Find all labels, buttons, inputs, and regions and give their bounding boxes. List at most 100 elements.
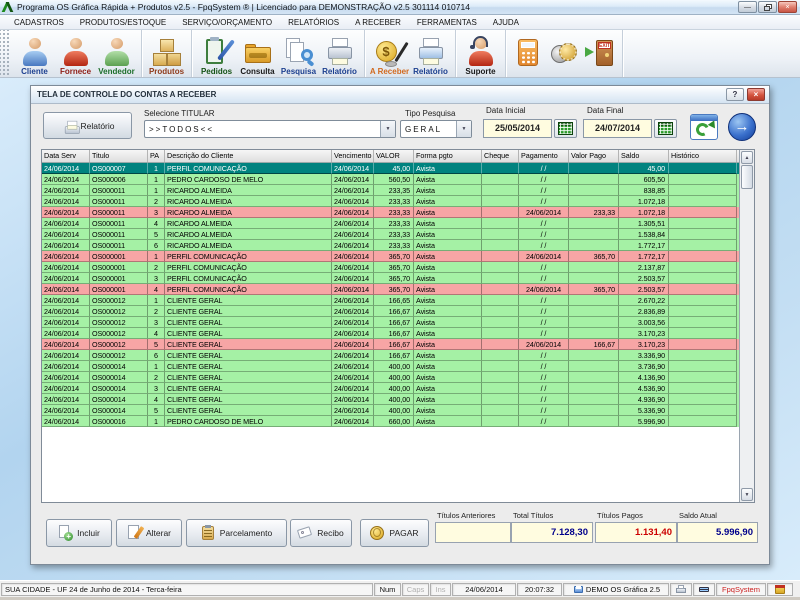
go-button[interactable]: → <box>728 113 756 141</box>
cell-vencimento: 24/06/2014 <box>332 174 374 185</box>
receivables-table: Data ServTituloPADescrição do ClienteVen… <box>41 149 755 503</box>
titular-select[interactable]: >>TODOS<< ▼ <box>144 120 396 138</box>
recibo-button[interactable]: Recibo <box>290 519 352 547</box>
scroll-down-icon[interactable]: ▼ <box>741 488 753 501</box>
toolbar-exit-door[interactable]: EXIT <box>582 31 618 77</box>
parcelamento-button[interactable]: Parcelamento <box>186 519 287 547</box>
table-row[interactable]: 24/06/2014OS0000116RICARDO ALMEIDA24/06/… <box>42 240 739 251</box>
table-row[interactable]: 24/06/2014OS0000121CLIENTE GERAL24/06/20… <box>42 295 739 306</box>
exit-door-icon: EXIT <box>585 38 615 68</box>
table-row[interactable]: 24/06/2014OS0000112RICARDO ALMEIDA24/06/… <box>42 196 739 207</box>
cell-cheque <box>482 163 519 174</box>
refresh-button[interactable] <box>690 114 718 141</box>
cell-valor: 400,00 <box>374 361 414 372</box>
cell-cheque <box>482 416 519 427</box>
data-final-field[interactable]: 24/07/2014 <box>583 119 652 138</box>
toolbar-vendedor[interactable]: Vendedor <box>96 31 137 77</box>
cell-historico <box>669 284 737 295</box>
edit-icon <box>127 525 142 541</box>
child-close-button[interactable]: × <box>747 88 765 101</box>
cell-descricao-do-cliente: CLIENTE GERAL <box>165 350 332 361</box>
data-inicial-calendar-button[interactable] <box>554 119 577 138</box>
cell-valor: 166,67 <box>374 317 414 328</box>
table-row[interactable]: 24/06/2014OS0000143CLIENTE GERAL24/06/20… <box>42 383 739 394</box>
menu-item-cadastros[interactable]: CADASTROS <box>6 18 72 27</box>
table-row[interactable]: 24/06/2014OS0000014PERFIL COMUNICAÇÃO24/… <box>42 284 739 295</box>
data-final-calendar-button[interactable] <box>654 119 677 138</box>
toolbar-a-receber[interactable]: $A Receber <box>369 31 410 77</box>
cell-descricao-do-cliente: PEDRO CARDOSO DE MELO <box>165 416 332 427</box>
menu-item-produtos-estoque[interactable]: PRODUTOS/ESTOQUE <box>72 18 174 27</box>
table-row[interactable]: 24/06/2014OS0000071PERFIL COMUNICAÇÃO24/… <box>42 163 739 174</box>
minimize-button[interactable]: — <box>738 1 757 13</box>
table-row[interactable]: 24/06/2014OS0000114RICARDO ALMEIDA24/06/… <box>42 218 739 229</box>
cell-vencimento: 24/06/2014 <box>332 416 374 427</box>
toolbar-suporte[interactable]: Suporte <box>460 31 501 77</box>
cell-historico <box>669 383 737 394</box>
toolbar-coins[interactable] <box>546 31 582 77</box>
menu-item-servico-orcamento[interactable]: SERVIÇO/ORÇAMENTO <box>174 18 280 27</box>
toolbar-cliente[interactable]: Cliente <box>14 31 55 77</box>
table-row[interactable]: 24/06/2014OS0000145CLIENTE GERAL24/06/20… <box>42 405 739 416</box>
tipo-pesquisa-select[interactable]: GERAL ▼ <box>400 120 472 138</box>
cell-pa: 1 <box>148 174 165 185</box>
menu-item-a-receber[interactable]: A RECEBER <box>347 18 409 27</box>
toolbar-relatorio[interactable]: Relatório <box>319 31 360 77</box>
scrollbar-thumb[interactable] <box>741 165 753 189</box>
table-row[interactable]: 24/06/2014OS0000126CLIENTE GERAL24/06/20… <box>42 350 739 361</box>
menu-item-relatorios[interactable]: RELATÓRIOS <box>280 18 347 27</box>
toolbar-fornece[interactable]: Fornece <box>55 31 96 77</box>
column-header-descricao-do-cliente: Descrição do Cliente <box>165 150 332 162</box>
cell-saldo: 5.336,90 <box>619 405 669 416</box>
table-row[interactable]: 24/06/2014OS0000161PEDRO CARDOSO DE MELO… <box>42 416 739 427</box>
toolbar-pesquisa[interactable]: Pesquisa <box>278 31 319 77</box>
cell-valor-pago: 166,67 <box>569 339 619 350</box>
cell-saldo: 2.503,57 <box>619 284 669 295</box>
close-button[interactable]: × <box>778 1 797 13</box>
table-row[interactable]: 24/06/2014OS0000144CLIENTE GERAL24/06/20… <box>42 394 739 405</box>
alterar-button[interactable]: Alterar <box>116 519 182 547</box>
toolbar-relatorio[interactable]: Relatório <box>410 31 451 77</box>
scroll-up-icon[interactable]: ▲ <box>741 151 753 164</box>
table-row[interactable]: 24/06/2014OS0000012PERFIL COMUNICAÇÃO24/… <box>42 262 739 273</box>
table-row[interactable]: 24/06/2014OS0000125CLIENTE GERAL24/06/20… <box>42 339 739 350</box>
incluir-button[interactable]: +Incluir <box>46 519 112 547</box>
restore-button[interactable] <box>758 1 777 13</box>
menu-item-ferramentas[interactable]: FERRAMENTAS <box>409 18 485 27</box>
cell-titulo: OS000011 <box>90 196 148 207</box>
table-row[interactable]: 24/06/2014OS0000123CLIENTE GERAL24/06/20… <box>42 317 739 328</box>
table-row[interactable]: 24/06/2014OS0000011PERFIL COMUNICAÇÃO24/… <box>42 251 739 262</box>
cell-data-serv: 24/06/2014 <box>42 350 90 361</box>
status-text: FpqSystem <box>722 585 760 594</box>
toolbar-produtos[interactable]: Produtos <box>146 31 187 77</box>
cell-cheque <box>482 273 519 284</box>
cell-titulo: OS000011 <box>90 240 148 251</box>
toolbar-consulta[interactable]: Consulta <box>237 31 278 77</box>
cell-forma-pgto: Avista <box>414 405 482 416</box>
cell-data-serv: 24/06/2014 <box>42 207 90 218</box>
table-row[interactable]: 24/06/2014OS0000124CLIENTE GERAL24/06/20… <box>42 328 739 339</box>
cell-saldo: 4.536,90 <box>619 383 669 394</box>
cell-pa: 4 <box>148 328 165 339</box>
toolbar-pedidos[interactable]: Pedidos <box>196 31 237 77</box>
report-button[interactable]: Relatório <box>43 112 132 139</box>
cell-valor: 365,70 <box>374 284 414 295</box>
table-row[interactable]: 24/06/2014OS0000141CLIENTE GERAL24/06/20… <box>42 361 739 372</box>
data-inicial-field[interactable]: 25/05/2014 <box>483 119 552 138</box>
cell-forma-pgto: Avista <box>414 416 482 427</box>
toolbar-calculator[interactable] <box>510 31 546 77</box>
table-row[interactable]: 24/06/2014OS0000122CLIENTE GERAL24/06/20… <box>42 306 739 317</box>
table-row[interactable]: 24/06/2014OS0000111RICARDO ALMEIDA24/06/… <box>42 185 739 196</box>
button-label: Parcelamento <box>220 528 272 538</box>
table-row[interactable]: 24/06/2014OS0000013PERFIL COMUNICAÇÃO24/… <box>42 273 739 284</box>
table-row[interactable]: 24/06/2014OS0000113RICARDO ALMEIDA24/06/… <box>42 207 739 218</box>
table-row[interactable]: 24/06/2014OS0000115RICARDO ALMEIDA24/06/… <box>42 229 739 240</box>
vertical-scrollbar[interactable]: ▲ ▼ <box>739 150 754 502</box>
help-button[interactable]: ? <box>726 88 744 101</box>
menu-item-ajuda[interactable]: AJUDA <box>485 18 527 27</box>
clip-icon <box>201 525 216 541</box>
table-row[interactable]: 24/06/2014OS0000142CLIENTE GERAL24/06/20… <box>42 372 739 383</box>
cell-forma-pgto: Avista <box>414 339 482 350</box>
table-row[interactable]: 24/06/2014OS0000061PEDRO CARDOSO DE MELO… <box>42 174 739 185</box>
pagar-button[interactable]: PAGAR <box>360 519 429 547</box>
